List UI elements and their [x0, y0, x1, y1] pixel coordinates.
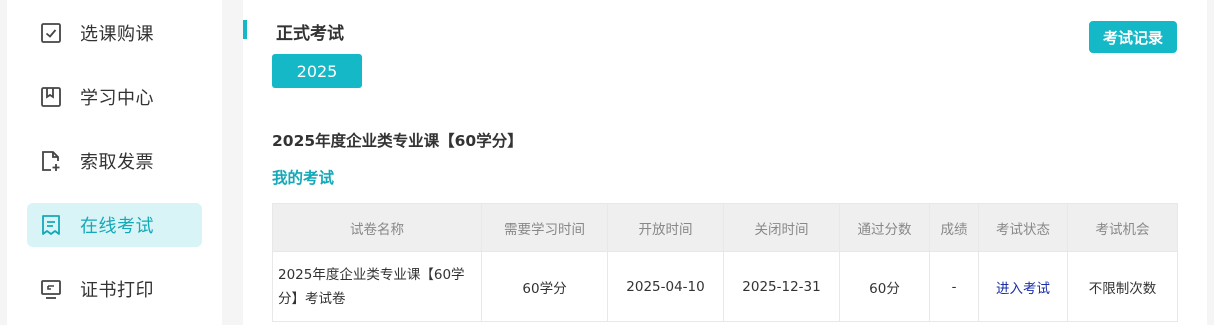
exam-table: 试卷名称 需要学习时间 开放时间 关闭时间 通过分数 成绩 考试状态 考试机会 …	[272, 203, 1178, 322]
table-row: 2025年度企业类专业课【60学分】考试卷 60学分 2025-04-10 20…	[272, 251, 1178, 322]
sidebar-item-label: 索取发票	[80, 152, 154, 173]
study-time-cell: 60学分	[481, 251, 608, 322]
column-header: 开放时间	[607, 203, 724, 252]
column-header: 关闭时间	[723, 203, 840, 252]
main-panel: 正式考试 2025 考试记录 2025年度企业类专业课【60学分】 我的考试 试…	[243, 0, 1207, 325]
enter-exam-link[interactable]: 进入考试	[996, 281, 1050, 297]
pass-score-cell: 60分	[839, 251, 930, 322]
table-header-row: 试卷名称 需要学习时间 开放时间 关闭时间 通过分数 成绩 考试状态 考试机会	[272, 203, 1178, 252]
course-title: 2025年度企业类专业课【60学分】	[272, 132, 523, 150]
sidebar-item-invoice[interactable]: 索取发票	[27, 139, 202, 183]
title-accent-bar	[243, 20, 247, 39]
column-header: 考试状态	[978, 203, 1068, 252]
sidebar-item-certificate-print[interactable]: 证书打印	[27, 267, 202, 311]
sidebar-item-online-exam[interactable]: 在线考试	[27, 203, 202, 247]
column-header: 成绩	[929, 203, 979, 252]
sidebar-item-course-selection[interactable]: 选课购课	[27, 11, 202, 55]
sidebar-item-label: 选课购课	[80, 24, 154, 45]
sidebar-item-label: 在线考试	[80, 216, 154, 237]
add-document-icon	[39, 149, 63, 173]
chances-cell: 不限制次数	[1067, 251, 1178, 322]
score-cell: -	[929, 251, 979, 322]
close-date-cell: 2025-12-31	[723, 251, 840, 322]
exam-name-cell: 2025年度企业类专业课【60学分】考试卷	[272, 251, 482, 322]
sidebar: 选课购课 学习中心 索取发票 在线考试 证书打印	[7, 0, 222, 325]
column-header: 通过分数	[839, 203, 930, 252]
sidebar-item-learning-center[interactable]: 学习中心	[27, 75, 202, 119]
column-header: 需要学习时间	[481, 203, 608, 252]
sidebar-item-label: 证书打印	[80, 280, 154, 301]
page-title: 正式考试	[276, 24, 344, 44]
exam-paper-icon	[39, 213, 63, 237]
open-date-cell: 2025-04-10	[607, 251, 724, 322]
sidebar-item-label: 学习中心	[80, 88, 154, 109]
bookmark-icon	[39, 85, 63, 109]
exam-record-button[interactable]: 考试记录	[1089, 21, 1177, 53]
column-header: 考试机会	[1067, 203, 1178, 252]
column-header: 试卷名称	[272, 203, 482, 252]
year-filter-button[interactable]: 2025	[272, 54, 362, 88]
checkbox-icon	[39, 21, 63, 45]
status-cell: 进入考试	[978, 251, 1068, 322]
section-title: 我的考试	[272, 169, 335, 187]
monitor-certificate-icon	[39, 277, 63, 301]
